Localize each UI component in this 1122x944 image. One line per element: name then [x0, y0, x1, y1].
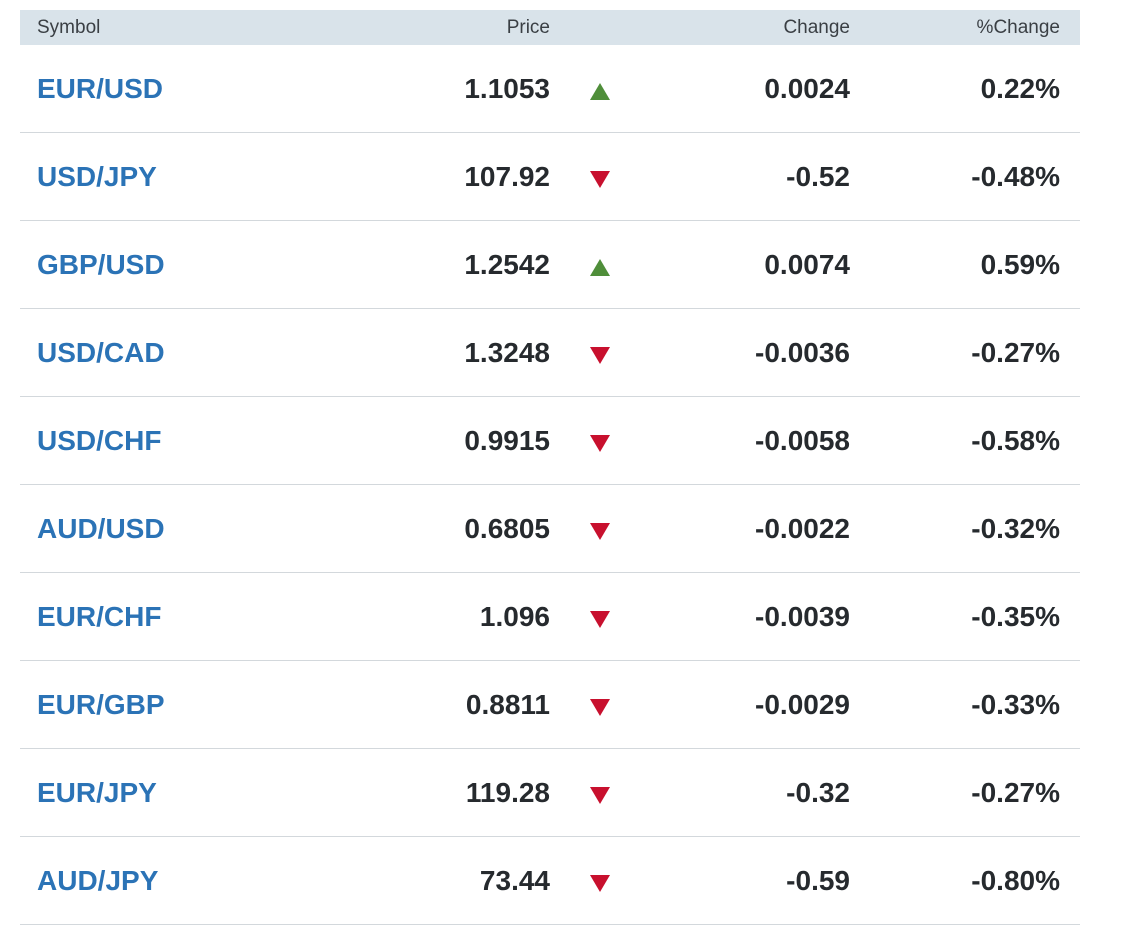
pct-change-cell: -0.58% [971, 424, 1060, 456]
direction-cell [550, 341, 650, 364]
triangle-down-icon [590, 611, 610, 628]
triangle-up-icon [590, 83, 610, 100]
change-cell: -0.0039 [755, 600, 850, 632]
triangle-down-icon [590, 435, 610, 452]
table-body: EUR/USD 1.1053 0.0024 0.22% USD/JPY 107.… [20, 45, 1080, 925]
direction-cell [550, 605, 650, 628]
symbol-link[interactable]: USD/CHF [37, 425, 161, 456]
table-row: USD/CHF 0.9915 -0.0058 -0.58% [20, 397, 1080, 485]
column-header-change[interactable]: Change [650, 17, 850, 39]
price-cell: 73.44 [479, 864, 550, 896]
price-cell: 1.2542 [464, 248, 550, 280]
change-cell: -0.0022 [755, 512, 850, 544]
triangle-down-icon [590, 699, 610, 716]
symbol-cell: USD/CHF [20, 425, 310, 457]
symbol-link[interactable]: EUR/GBP [37, 689, 165, 720]
change-cell: -0.32 [786, 776, 850, 808]
pct-change-cell: -0.48% [971, 160, 1060, 192]
price-cell: 1.3248 [464, 336, 550, 368]
change-cell: -0.52 [786, 160, 850, 192]
direction-cell [550, 253, 650, 276]
table-row: EUR/JPY 119.28 -0.32 -0.27% [20, 749, 1080, 837]
symbol-link[interactable]: EUR/CHF [37, 601, 161, 632]
triangle-down-icon [590, 523, 610, 540]
pct-change-cell: -0.33% [971, 688, 1060, 720]
symbol-link[interactable]: AUD/JPY [37, 865, 158, 896]
symbol-link[interactable]: GBP/USD [37, 249, 165, 280]
change-cell: -0.0036 [755, 336, 850, 368]
direction-cell [550, 165, 650, 188]
price-cell: 119.28 [465, 776, 550, 808]
table-row: USD/CAD 1.3248 -0.0036 -0.27% [20, 309, 1080, 397]
triangle-up-icon [590, 259, 610, 276]
direction-cell [550, 517, 650, 540]
table-row: EUR/CHF 1.096 -0.0039 -0.35% [20, 573, 1080, 661]
change-cell: -0.59 [786, 864, 850, 896]
pct-change-cell: 0.59% [980, 248, 1060, 280]
pct-change-cell: -0.35% [971, 600, 1060, 632]
table-row: EUR/GBP 0.8811 -0.0029 -0.33% [20, 661, 1080, 749]
triangle-down-icon [590, 171, 610, 188]
price-cell: 107.92 [464, 160, 550, 192]
pct-change-cell: -0.32% [971, 512, 1060, 544]
pct-change-cell: -0.27% [971, 776, 1060, 808]
price-cell: 1.1053 [464, 72, 550, 104]
symbol-cell: EUR/USD [20, 73, 310, 105]
pct-change-cell: -0.80% [971, 864, 1060, 896]
forex-quote-table: Symbol Price Change %Change EUR/USD 1.10… [20, 10, 1080, 925]
direction-cell [550, 693, 650, 716]
symbol-link[interactable]: EUR/USD [37, 73, 163, 104]
table-header: Symbol Price Change %Change [20, 10, 1080, 45]
change-cell: 0.0074 [764, 248, 850, 280]
price-cell: 1.096 [479, 600, 550, 632]
triangle-down-icon [590, 347, 610, 364]
symbol-cell: USD/JPY [20, 161, 310, 193]
direction-cell [550, 781, 650, 804]
symbol-cell: AUD/USD [20, 513, 310, 545]
symbol-cell: AUD/JPY [20, 865, 310, 897]
symbol-link[interactable]: EUR/JPY [37, 777, 157, 808]
price-cell: 0.8811 [465, 688, 550, 720]
table-row: EUR/USD 1.1053 0.0024 0.22% [20, 45, 1080, 133]
triangle-down-icon [590, 787, 610, 804]
direction-cell [550, 429, 650, 452]
direction-cell [550, 77, 650, 100]
table-row: USD/JPY 107.92 -0.52 -0.48% [20, 133, 1080, 221]
direction-cell [550, 869, 650, 892]
symbol-cell: USD/CAD [20, 337, 310, 369]
change-cell: -0.0058 [755, 424, 850, 456]
change-cell: 0.0024 [764, 72, 850, 104]
triangle-down-icon [590, 875, 610, 892]
pct-change-cell: 0.22% [980, 72, 1060, 104]
column-header-price[interactable]: Price [310, 17, 550, 39]
symbol-link[interactable]: AUD/USD [37, 513, 165, 544]
column-header-pct-change[interactable]: %Change [850, 17, 1060, 39]
symbol-link[interactable]: USD/JPY [37, 161, 157, 192]
table-row: AUD/JPY 73.44 -0.59 -0.80% [20, 837, 1080, 925]
table-row: GBP/USD 1.2542 0.0074 0.59% [20, 221, 1080, 309]
pct-change-cell: -0.27% [971, 336, 1060, 368]
column-header-symbol[interactable]: Symbol [20, 17, 310, 39]
price-cell: 0.6805 [464, 512, 550, 544]
symbol-cell: GBP/USD [20, 249, 310, 281]
price-cell: 0.9915 [464, 424, 550, 456]
change-cell: -0.0029 [755, 688, 850, 720]
symbol-link[interactable]: USD/CAD [37, 337, 165, 368]
symbol-cell: EUR/GBP [20, 689, 310, 721]
table-row: AUD/USD 0.6805 -0.0022 -0.32% [20, 485, 1080, 573]
symbol-cell: EUR/CHF [20, 601, 310, 633]
symbol-cell: EUR/JPY [20, 777, 310, 809]
